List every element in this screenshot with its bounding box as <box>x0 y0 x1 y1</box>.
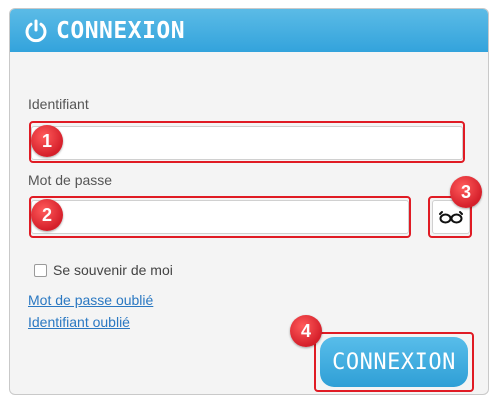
annotation-badge-1: 1 <box>31 125 63 157</box>
username-input[interactable] <box>31 126 463 160</box>
password-label: Mot de passe <box>28 172 113 188</box>
annotation-badge-3: 3 <box>450 176 482 208</box>
page-title: CONNEXION <box>56 17 186 44</box>
forgot-username-link[interactable]: Identifiant oublié <box>28 314 130 330</box>
remember-me-label: Se souvenir de moi <box>53 262 173 278</box>
annotation-badge-4: 4 <box>290 315 322 347</box>
remember-me-checkbox[interactable] <box>34 263 47 277</box>
power-icon <box>24 19 48 43</box>
glasses-icon <box>438 210 464 224</box>
login-button[interactable]: CONNEXION <box>320 337 468 387</box>
password-input[interactable] <box>31 200 409 234</box>
remember-me-option[interactable]: Se souvenir de moi <box>34 262 173 278</box>
panel-header: CONNEXION <box>10 9 488 52</box>
username-label: Identifiant <box>28 96 89 112</box>
annotation-badge-2: 2 <box>31 199 63 231</box>
forgot-password-link[interactable]: Mot de passe oublié <box>28 292 153 308</box>
